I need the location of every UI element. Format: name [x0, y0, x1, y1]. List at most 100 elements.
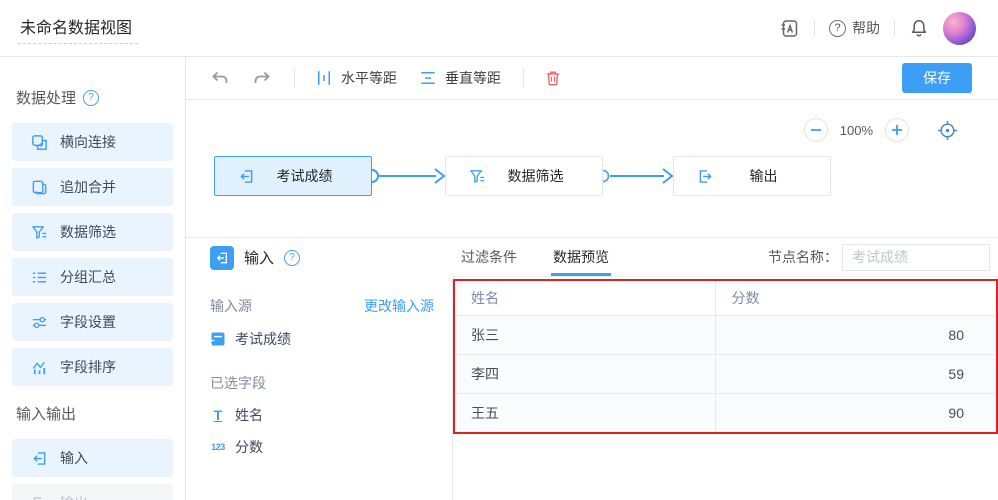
source-item[interactable]: 考试成绩: [210, 329, 434, 349]
config-panel: 输入 ? 过滤条件 数据预览 节点名称： 输入源 更改输入源: [186, 237, 998, 500]
horizontal-spacing-label: 水平等距: [341, 68, 397, 88]
content: 水平等距 垂直等距 保存: [186, 57, 998, 500]
sidebar-item-label: 字段排序: [60, 357, 116, 377]
group-summary-icon: [30, 268, 49, 287]
form-icon: [210, 331, 226, 347]
flow-canvas[interactable]: 100%: [186, 100, 998, 237]
contacts-icon[interactable]: [779, 18, 800, 39]
table-row: 李四 59: [455, 355, 996, 394]
input-node-icon: [210, 246, 234, 270]
save-button[interactable]: 保存: [902, 63, 972, 93]
sidebar-item-output: 输出: [12, 484, 173, 500]
question-icon[interactable]: ?: [83, 90, 99, 106]
bell-icon[interactable]: [909, 18, 929, 38]
panel-header-right: 过滤条件 数据预览 节点名称：: [453, 238, 998, 277]
topbar-actions: ? 帮助: [779, 12, 976, 45]
redo-icon: [252, 68, 272, 88]
redo-button[interactable]: [252, 68, 272, 88]
processing-title: 数据处理: [16, 87, 76, 108]
change-source-link[interactable]: 更改输入源: [364, 296, 434, 316]
input-icon: [237, 167, 256, 186]
field-name: 分数: [235, 437, 263, 457]
delete-button[interactable]: [544, 69, 562, 87]
sidebar-item-data-filter[interactable]: 数据筛选: [12, 213, 173, 251]
canvas-toolbar: 水平等距 垂直等距 保存: [186, 57, 998, 100]
trash-icon: [544, 69, 562, 87]
annotation-box: 姓名 分数 张三 80 李四: [453, 279, 998, 434]
sidebar-item-label: 输出: [60, 493, 88, 500]
number-type-icon: 123: [210, 442, 226, 452]
flow-node-exam-scores[interactable]: 考试成绩: [214, 156, 372, 196]
field-row[interactable]: 123 分数: [210, 437, 434, 457]
source-name: 考试成绩: [235, 329, 291, 349]
table-header-row: 姓名 分数: [455, 281, 996, 316]
sidebar-section-io: 输入输出: [16, 403, 173, 424]
horizontal-spacing-button[interactable]: 水平等距: [315, 68, 397, 88]
vertical-spacing-button[interactable]: 垂直等距: [419, 68, 501, 88]
column-header-name[interactable]: 姓名: [455, 281, 715, 316]
undo-button[interactable]: [210, 68, 230, 88]
filter-icon: [30, 223, 49, 242]
cell-score: 59: [715, 355, 996, 394]
page-title[interactable]: 未命名数据视图: [18, 12, 138, 44]
output-icon: [30, 494, 49, 500]
node-label: 数据筛选: [487, 166, 602, 186]
io-title: 输入输出: [16, 403, 76, 424]
panel-header: 输入 ? 过滤条件 数据预览 节点名称：: [186, 238, 998, 277]
divider: [523, 68, 524, 88]
sidebar-item-label: 分组汇总: [60, 267, 116, 287]
sidebar-section-processing: 数据处理 ?: [16, 87, 173, 108]
node-label: 考试成绩: [256, 166, 371, 186]
field-row[interactable]: T 姓名: [210, 405, 434, 425]
field-sort-icon: [30, 358, 49, 377]
source-label: 输入源: [210, 296, 252, 316]
sidebar-item-group-summary[interactable]: 分组汇总: [12, 258, 173, 296]
divider: [894, 19, 895, 37]
divider: [294, 68, 295, 88]
sidebar: 数据处理 ? 横向连接 追加合并 数据筛选: [0, 57, 186, 500]
node-label: 输出: [715, 166, 830, 186]
source-row: 输入源 更改输入源: [210, 296, 434, 316]
sidebar-item-field-settings[interactable]: 字段设置: [12, 303, 173, 341]
sidebar-item-input[interactable]: 输入: [12, 439, 173, 477]
sidebar-item-label: 数据筛选: [60, 222, 116, 242]
tab-data-preview[interactable]: 数据预览: [553, 238, 609, 276]
sidebar-item-label: 追加合并: [60, 177, 116, 197]
panel-body: 输入源 更改输入源 考试成绩 已选字段 T 姓名: [186, 277, 998, 500]
help-label: 帮助: [852, 18, 880, 38]
panel-title: 输入: [244, 247, 274, 268]
cell-score: 90: [715, 394, 996, 433]
vertical-spacing-icon: [419, 69, 437, 87]
undo-icon: [210, 68, 230, 88]
main: 数据处理 ? 横向连接 追加合并 数据筛选: [0, 57, 998, 500]
node-name-group: 节点名称：: [768, 244, 990, 271]
cell-name: 李四: [455, 355, 715, 394]
sidebar-item-label: 横向连接: [60, 132, 116, 152]
sidebar-item-join-horizontal[interactable]: 横向连接: [12, 123, 173, 161]
flow-node-output[interactable]: 输出: [673, 156, 831, 196]
question-icon[interactable]: ?: [284, 250, 300, 266]
topbar: 未命名数据视图 ? 帮助: [0, 0, 998, 57]
sidebar-item-field-sort[interactable]: 字段排序: [12, 348, 173, 386]
output-icon: [696, 167, 715, 186]
cell-name: 张三: [455, 316, 715, 355]
sidebar-item-label: 字段设置: [60, 312, 116, 332]
input-config: 输入源 更改输入源 考试成绩 已选字段 T 姓名: [186, 277, 453, 500]
sidebar-item-append-merge[interactable]: 追加合并: [12, 168, 173, 206]
node-name-input[interactable]: [842, 244, 990, 271]
sidebar-item-label: 输入: [60, 448, 88, 468]
vertical-spacing-label: 垂直等距: [445, 68, 501, 88]
table-row: 张三 80: [455, 316, 996, 355]
table-row: 王五 90: [455, 394, 996, 433]
flow-node-data-filter[interactable]: 数据筛选: [445, 156, 603, 196]
column-header-score[interactable]: 分数: [715, 281, 996, 316]
cell-score: 80: [715, 316, 996, 355]
join-horizontal-icon: [30, 133, 49, 152]
help-button[interactable]: ? 帮助: [829, 18, 880, 38]
avatar[interactable]: [943, 12, 976, 45]
tab-filter-conditions[interactable]: 过滤条件: [461, 238, 517, 276]
preview-area: 姓名 分数 张三 80 李四: [453, 277, 998, 500]
selected-fields-label: 已选字段: [210, 373, 434, 393]
text-type-icon: T: [210, 407, 226, 423]
field-name: 姓名: [235, 405, 263, 425]
